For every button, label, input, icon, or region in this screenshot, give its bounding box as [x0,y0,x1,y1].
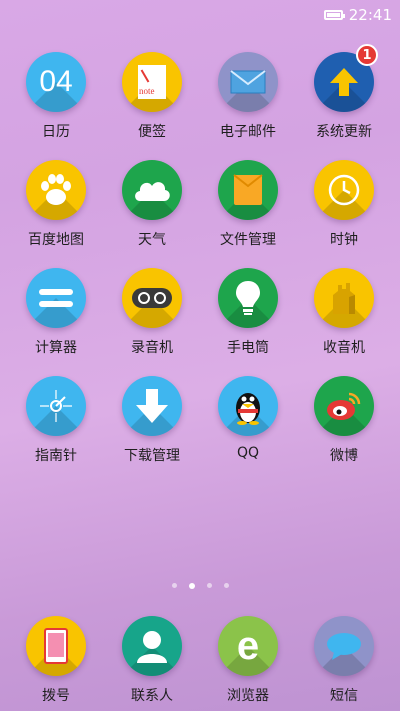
weibo-icon [314,376,374,436]
page-dot[interactable] [171,583,177,588]
notification-badge: 1 [356,44,378,66]
app-recorder[interactable]: 录音机 [104,268,200,357]
radio-icon [314,268,374,328]
page-dot[interactable] [206,583,212,588]
compass-icon [26,376,86,436]
app-calculator[interactable]: 计算器 [8,268,104,357]
app-download-manager[interactable]: 下载管理 [104,376,200,465]
app-label: 下载管理 [124,448,180,464]
bulb-icon [218,268,278,328]
browser-letter: e [236,624,260,668]
mail-icon [218,52,278,112]
download-icon [122,376,182,436]
message-icon [314,616,374,676]
app-label: 手电筒 [227,340,269,356]
penguin-icon [218,376,278,436]
phone-icon [26,616,86,676]
note-text: note [139,86,155,96]
app-label: 电子邮件 [220,124,276,140]
app-baidu-map[interactable]: 百度地图 [8,160,104,249]
app-label: 日历 [42,124,70,140]
app-label: 百度地图 [28,232,84,248]
app-weibo[interactable]: 微博 [296,376,392,465]
browser-icon: e [218,616,278,676]
app-contacts[interactable]: 联系人 [104,616,200,705]
app-label: 微博 [330,448,358,464]
app-label: 指南针 [35,448,77,464]
app-label: 录音机 [131,340,173,356]
page-indicator [0,583,400,589]
app-label: 短信 [330,688,358,704]
app-browser[interactable]: e 浏览器 [200,616,296,705]
status-bar: 22:41 [0,0,400,30]
app-notes[interactable]: note 便签 [104,52,200,141]
contact-icon [122,616,182,676]
battery-icon [323,10,345,20]
app-label: 收音机 [323,340,365,356]
app-label: 时钟 [330,232,358,248]
equals-icon [26,268,86,328]
app-label: QQ [236,445,260,461]
page-dot[interactable] [223,583,229,588]
app-file-manager[interactable]: 文件管理 [200,160,296,249]
cassette-icon [122,268,182,328]
app-label: 联系人 [131,688,173,704]
app-dialer[interactable]: 拨号 [8,616,104,705]
clock-icon [314,160,374,220]
app-flashlight[interactable]: 手电筒 [200,268,296,357]
calendar-date: 04 [39,65,73,98]
app-label: 拨号 [42,688,70,704]
app-messages[interactable]: 短信 [296,616,392,705]
app-label: 便签 [138,124,166,140]
app-label: 计算器 [35,340,77,356]
app-label: 文件管理 [220,232,276,248]
app-label: 天气 [138,232,166,248]
calendar-icon: 04 [26,52,86,112]
page-dot-active[interactable] [188,583,195,589]
app-calendar[interactable]: 04 日历 [8,52,104,141]
app-label: 浏览器 [227,688,269,704]
app-system-update[interactable]: 1 系统更新 [296,44,392,141]
note-icon: note [122,52,182,112]
status-time: 22:41 [348,6,392,24]
app-compass[interactable]: 指南针 [8,376,104,465]
app-qq[interactable]: QQ [200,376,296,461]
app-clock[interactable]: 时钟 [296,160,392,249]
cloud-icon [122,160,182,220]
app-label: 系统更新 [316,124,372,140]
paw-icon [26,160,86,220]
app-weather[interactable]: 天气 [104,160,200,249]
app-email[interactable]: 电子邮件 [200,52,296,141]
app-radio[interactable]: 收音机 [296,268,392,357]
folder-icon [218,160,278,220]
